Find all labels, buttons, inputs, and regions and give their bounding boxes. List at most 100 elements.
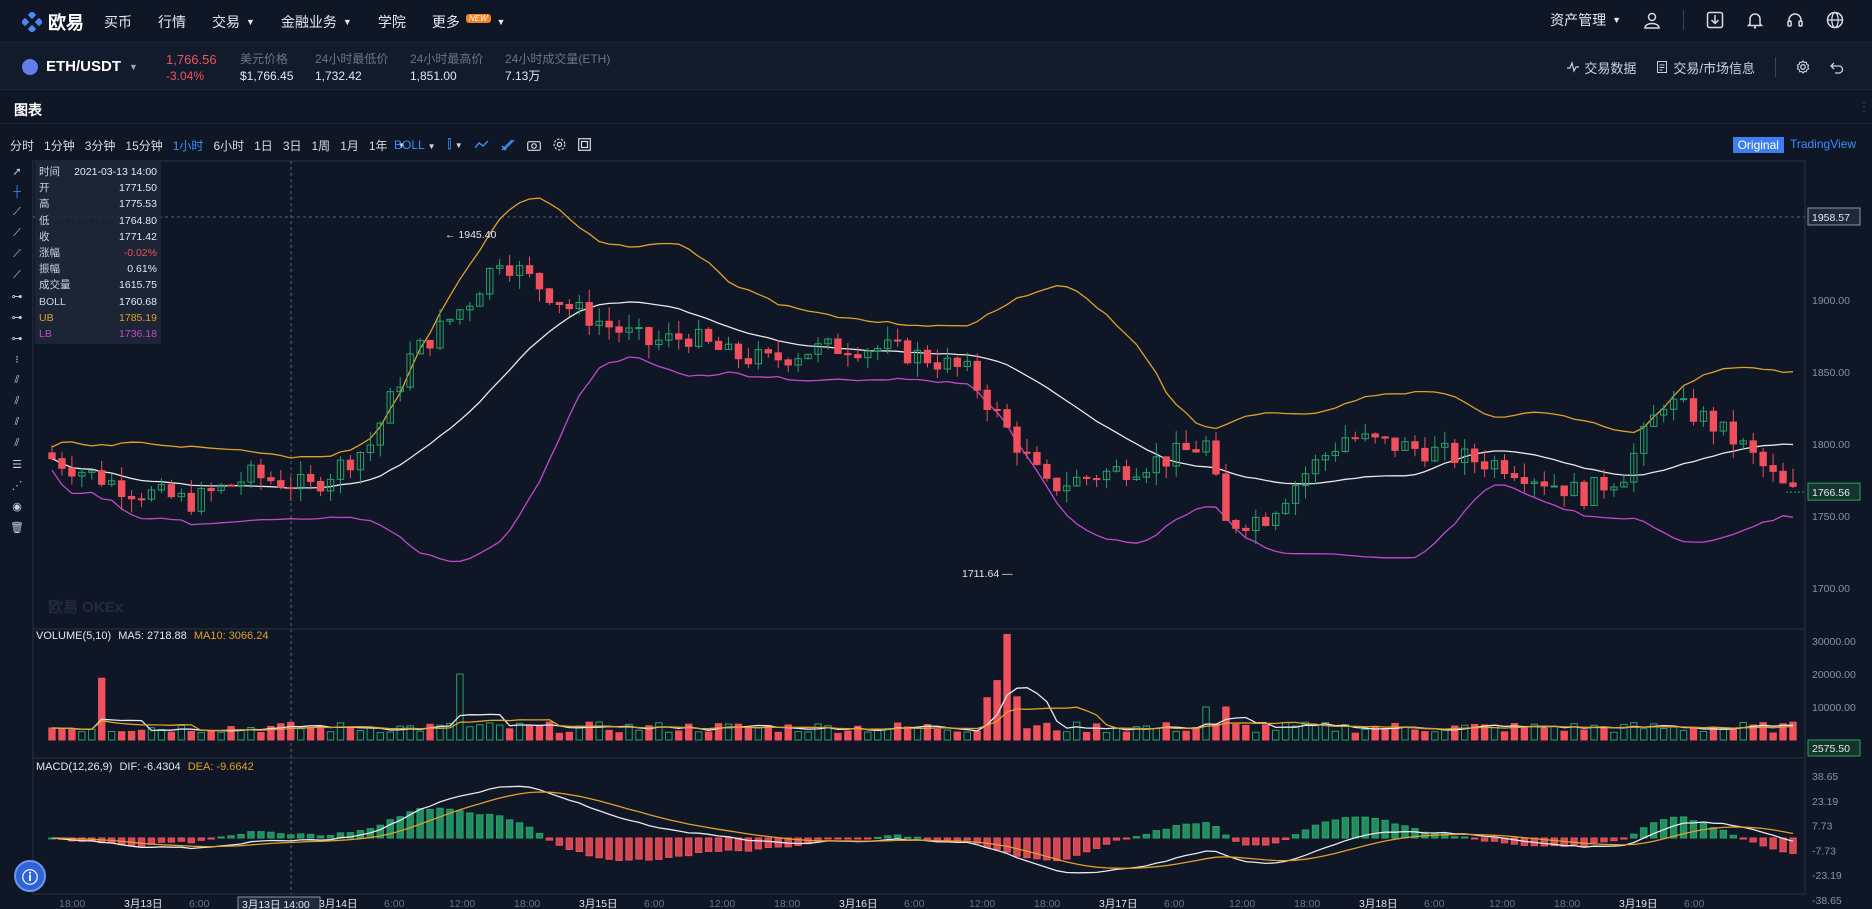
info-row-low: 低 1764.80 (39, 213, 157, 229)
macd-histogram-bar (1262, 837, 1270, 846)
candle-body (685, 338, 693, 347)
info-ub-label: UB (39, 311, 54, 324)
interval-6[interactable]: 1日 (254, 137, 273, 154)
interval-7[interactable]: 3日 (283, 137, 302, 154)
fullscreen-icon[interactable] (577, 138, 591, 151)
pair-name: ETH/USDT (46, 58, 121, 75)
macd-histogram-bar (456, 810, 464, 839)
volume-bar (187, 730, 195, 741)
interval-2[interactable]: 3分钟 (85, 137, 116, 154)
candle-body (207, 487, 215, 492)
settings-icon[interactable] (553, 138, 566, 151)
tab-tradingview[interactable]: TradingView (1790, 137, 1856, 153)
tab-original[interactable]: Original (1732, 137, 1784, 153)
volume-bar (704, 731, 713, 741)
volume-bar (1739, 722, 1747, 741)
nav-finance[interactable]: 金融业务 ▼ (281, 12, 352, 32)
download-icon[interactable] (1706, 11, 1724, 29)
volume-bar (476, 724, 484, 741)
candle-body (1421, 447, 1429, 462)
interval-8[interactable]: 1周 (312, 137, 331, 154)
drag-handle-icon[interactable]: ⋮ (1858, 100, 1870, 114)
indicator-select[interactable]: BOLL ▼ (394, 138, 436, 152)
interval-4[interactable]: 1小时 (173, 137, 204, 154)
chevron-down-icon: ▼ (1612, 15, 1621, 25)
macd-histogram-bar (1580, 837, 1588, 847)
logo[interactable]: 欧易 (22, 9, 84, 35)
volume-bar (675, 730, 683, 741)
nav-trade[interactable]: 交易 ▼ (212, 12, 255, 32)
macd-histogram-bar (764, 837, 772, 848)
nav-academy[interactable]: 学院 (378, 12, 406, 32)
info-open-label: 开 (39, 182, 50, 195)
line-chart-icon[interactable] (474, 139, 489, 151)
volume-bar (595, 721, 603, 741)
interval-5[interactable]: 6小时 (213, 137, 244, 154)
macd-histogram-bar (1053, 837, 1061, 862)
nav-markets[interactable]: 行情 (158, 12, 186, 32)
candle-body (1520, 477, 1529, 485)
time-tick: 6:00 (1164, 898, 1185, 909)
info-row-time: 时间 2021-03-13 14:00 (39, 164, 157, 180)
candle-body (1779, 470, 1787, 484)
bell-icon[interactable] (1746, 11, 1764, 29)
macd-histogram-bar (555, 837, 564, 846)
macd-histogram-bar (247, 831, 255, 839)
candle-body (1709, 410, 1718, 432)
interval-9[interactable]: 1月 (340, 137, 359, 154)
candle-body (933, 362, 942, 370)
candle-body (605, 320, 613, 328)
macd-dea-line (51, 791, 1794, 869)
candle-body (257, 464, 265, 479)
candle-type-select[interactable]: ⫿ ▼ (448, 137, 463, 152)
volume-bar (127, 730, 136, 741)
trade-data-link[interactable]: 交易数据 (1567, 58, 1636, 77)
market-info-link[interactable]: 交易/市场信息 (1656, 58, 1755, 77)
camera-icon[interactable] (526, 139, 541, 151)
market-info-label: 交易/市场信息 (1673, 60, 1755, 76)
candle-body (1759, 451, 1767, 467)
volume-bar (98, 677, 106, 741)
volume-bar (1122, 731, 1131, 741)
crosshair-time-label: 3月13日 14:00 (242, 899, 310, 909)
nav-more[interactable]: 更多 NEW ▼ (432, 12, 505, 32)
macd-tick: -38.65 (1812, 895, 1842, 907)
macd-histogram-bar (1391, 823, 1399, 839)
user-icon[interactable] (1643, 11, 1661, 29)
undo-icon[interactable] (1830, 60, 1844, 74)
macd-histogram-bar (824, 837, 832, 840)
interval-3[interactable]: 15分钟 (125, 137, 162, 154)
macd-histogram-bar (1451, 836, 1459, 839)
draw-tool-icon[interactable] (501, 139, 515, 151)
info-time-label: 时间 (39, 166, 60, 178)
macd-histogram-bar (844, 837, 852, 840)
interval-1[interactable]: 1分钟 (44, 137, 75, 154)
price-chart[interactable]: 欧易 OKEx 1900.00 1850.00 1800.00 1750.00 1700.… (0, 160, 1872, 909)
interval-10[interactable]: 1年 (369, 137, 388, 154)
globe-icon[interactable] (1826, 11, 1844, 29)
candle-body (714, 340, 723, 350)
volume-bar (217, 731, 225, 741)
macd-histogram-bar (1759, 837, 1767, 847)
volume-bar (505, 728, 514, 741)
interval-0[interactable]: 分时 (10, 137, 34, 154)
candle-body (1013, 426, 1021, 453)
info-row-close: 收 1771.42 (39, 229, 157, 245)
chart-panel-title: 图表 (14, 102, 42, 118)
macd-histogram-bar (1252, 837, 1260, 846)
time-tick: 18:00 (774, 898, 800, 909)
candle-body (1122, 466, 1131, 481)
headset-icon[interactable] (1786, 11, 1804, 29)
info-high-value: 1775.53 (119, 198, 157, 211)
pair-selector[interactable]: ETH/USDT ▼ (22, 58, 138, 75)
volume-bar (1003, 633, 1011, 741)
candle-body (1451, 442, 1459, 463)
candle-body (734, 343, 743, 360)
settings-icon[interactable] (1796, 60, 1810, 74)
nav-buy-crypto[interactable]: 买币 (104, 12, 132, 32)
asset-management-menu[interactable]: 资产管理 ▼ (1550, 10, 1621, 30)
price-tick: 1700.00 (1812, 583, 1850, 595)
volume-bar (1570, 723, 1578, 741)
volume-bar (1063, 731, 1071, 741)
help-button[interactable]: ⓘ (14, 860, 46, 892)
